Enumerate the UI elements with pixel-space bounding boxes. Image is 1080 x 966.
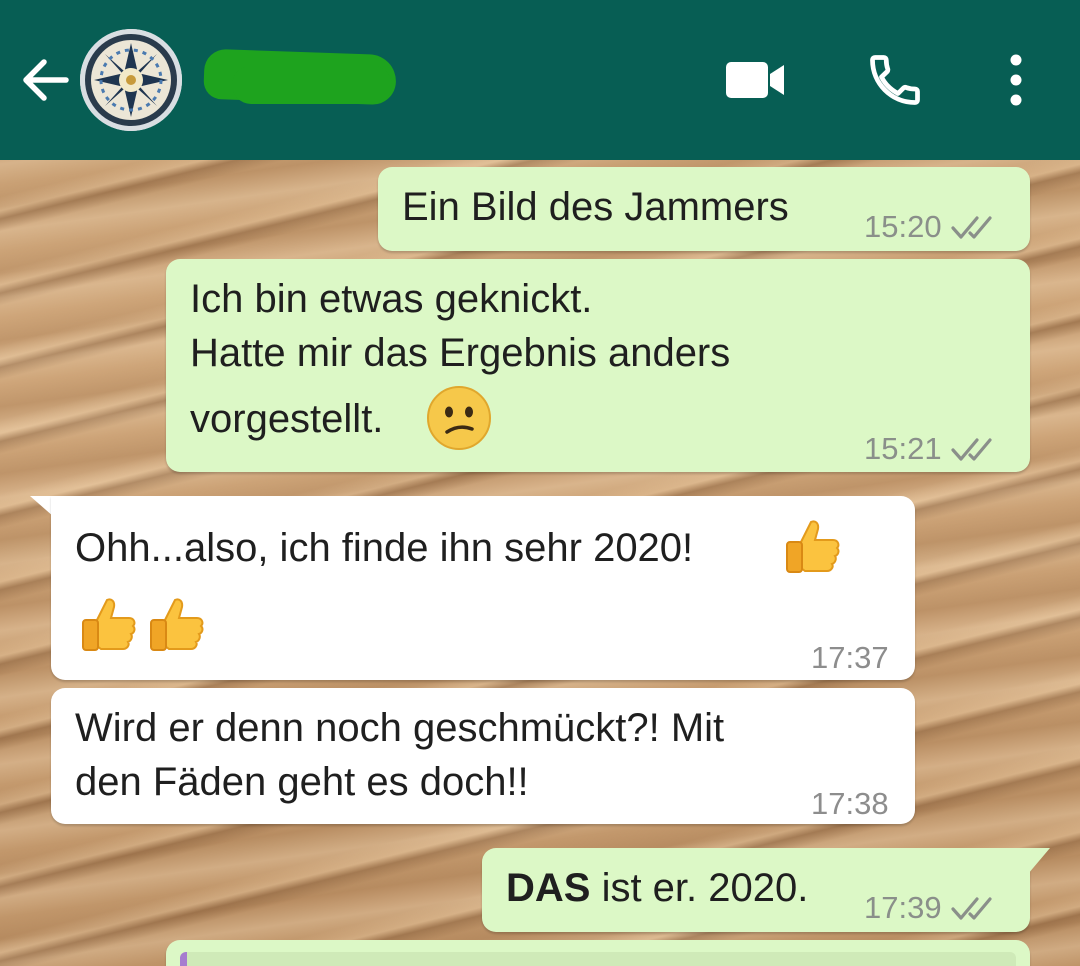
message-time: 17:38 [811, 786, 889, 821]
message-bubble-incoming[interactable]: Ohh...also, ich finde ihn sehr 2020! 17:… [51, 496, 915, 680]
message-bubble-outgoing[interactable]: Ich bin etwas geknickt. Hatte mir das Er… [166, 259, 1030, 472]
double-check-icon [950, 897, 992, 920]
arrow-left-icon [23, 59, 69, 101]
message-bold-text: DAS [506, 866, 591, 910]
avatar[interactable] [80, 29, 182, 131]
voice-call-button[interactable] [864, 50, 926, 110]
thumbs-up-emoji [786, 520, 840, 573]
avatar-image [80, 29, 182, 131]
message-time: 17:39 [864, 890, 942, 925]
message-meta: 15:21 [864, 421, 998, 477]
message-time: 15:21 [864, 431, 942, 466]
video-call-button[interactable] [722, 56, 788, 104]
thumbs-up-emoji [150, 598, 204, 651]
double-check-icon [950, 216, 992, 239]
message-text: vorgestellt. [190, 397, 384, 441]
more-vertical-icon [1010, 54, 1022, 106]
message-time: 17:37 [811, 640, 889, 675]
message-text: Ich bin etwas geknickt. [190, 277, 593, 321]
message-meta: 17:39 [864, 880, 998, 936]
chat-header [0, 0, 1080, 160]
quoted-reply-preview[interactable] [180, 952, 1016, 966]
thumbs-up-emoji [82, 598, 136, 651]
message-bubble-incoming[interactable]: Wird er denn noch geschmückt?! Mit den F… [51, 688, 915, 824]
message-text: Wird er denn noch geschmückt?! Mit [75, 706, 725, 750]
phone-icon [870, 55, 920, 105]
message-text: Hatte mir das Ergebnis anders [190, 331, 731, 375]
video-camera-icon [726, 62, 784, 98]
message-text: Ohh...also, ich finde ihn sehr 2020! [75, 526, 694, 570]
double-check-icon [950, 438, 992, 461]
confused-face-emoji [427, 386, 491, 450]
message-bubble-outgoing[interactable]: DAS ist er. 2020. 17:39 [482, 848, 1030, 932]
message-meta: 15:20 [864, 199, 998, 255]
message-bubble-outgoing[interactable]: Ein Bild des Jammers 15:20 [378, 167, 1030, 251]
back-button[interactable] [18, 52, 74, 108]
message-time: 15:20 [864, 209, 942, 244]
message-text-rest: ist er. 2020. [590, 866, 809, 910]
message-meta: 17:38 [811, 776, 889, 832]
bubble-tail [1028, 848, 1050, 874]
message-meta: 17:37 [811, 630, 889, 686]
message-text: den Fäden geht es doch!! [75, 760, 529, 804]
message-bubble-outgoing-partial[interactable] [166, 940, 1030, 966]
name-redaction [232, 66, 392, 104]
message-text: DAS ist er. 2020. [506, 860, 808, 916]
message-text: Ein Bild des Jammers [402, 185, 789, 229]
more-options-button[interactable] [996, 52, 1036, 108]
